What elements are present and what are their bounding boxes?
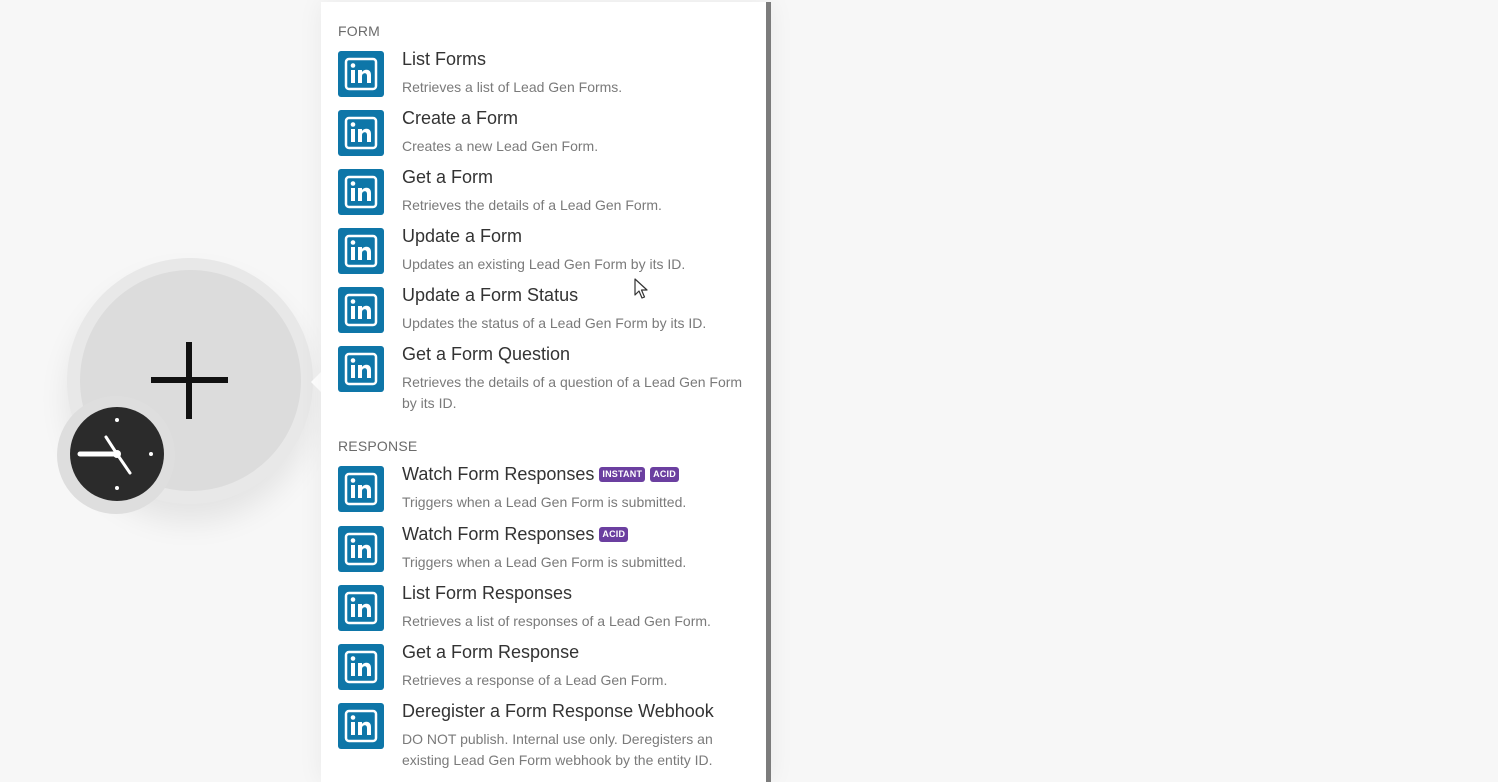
linkedin-icon — [338, 346, 384, 392]
item-description: Triggers when a Lead Gen Form is submitt… — [402, 494, 687, 510]
linkedin-icon — [338, 466, 384, 512]
linkedin-icon — [338, 585, 384, 631]
item-description: DO NOT publish. Internal use only. Dereg… — [402, 731, 713, 768]
item-title: Get a Form — [402, 167, 494, 187]
clock-icon[interactable] — [70, 407, 164, 501]
linkedin-icon — [338, 526, 384, 572]
item-title: Update a Form — [402, 226, 523, 246]
item-description: Retrieves a response of a Lead Gen Form. — [402, 672, 668, 688]
section-header-response: RESPONSE — [338, 438, 418, 454]
item-description: Creates a new Lead Gen Form. — [402, 138, 599, 154]
item-description: Updates the status of a Lead Gen Form by… — [402, 315, 707, 331]
item-description: Updates an existing Lead Gen Form by its… — [402, 256, 686, 272]
item-description: Retrieves the details of a Lead Gen Form… — [402, 197, 662, 213]
item-description: Retrieves the details of a question of a… — [402, 374, 743, 411]
item-title: Update a Form Status — [402, 285, 579, 305]
scenario-canvas: FORM List Forms Retrieves a list of Lead… — [0, 0, 1498, 782]
linkedin-icon — [338, 228, 384, 274]
item-title: Watch Form Responses INSTANT ACID — [402, 464, 679, 485]
linkedin-icon — [338, 703, 384, 749]
linkedin-icon — [338, 110, 384, 156]
item-title: Watch Form Responses ACID — [402, 524, 629, 545]
section-header-form: FORM — [338, 23, 381, 39]
item-description: Retrieves a list of Lead Gen Forms. — [402, 79, 623, 95]
module-list-panel: FORM List Forms Retrieves a list of Lead… — [321, 2, 771, 782]
linkedin-icon — [338, 287, 384, 333]
mouse-cursor-icon — [634, 278, 648, 299]
item-description: Triggers when a Lead Gen Form is submitt… — [402, 554, 687, 570]
item-title: List Form Responses — [402, 583, 573, 603]
popover-arrow — [311, 372, 321, 392]
item-description: Retrieves a list of responses of a Lead … — [402, 613, 711, 629]
item-title: Get a Form Question — [402, 344, 571, 364]
item-title: Get a Form Response — [402, 642, 580, 662]
linkedin-icon — [338, 51, 384, 97]
item-title: Create a Form — [402, 108, 519, 128]
item-title: List Forms — [402, 49, 487, 69]
linkedin-icon — [338, 644, 384, 690]
acid-badge: ACID — [599, 527, 629, 542]
linkedin-icon — [338, 169, 384, 215]
scrollbar[interactable] — [766, 2, 771, 782]
acid-badge: ACID — [650, 467, 679, 482]
instant-badge: INSTANT — [599, 467, 646, 482]
item-title: Deregister a Form Response Webhook — [402, 701, 714, 721]
